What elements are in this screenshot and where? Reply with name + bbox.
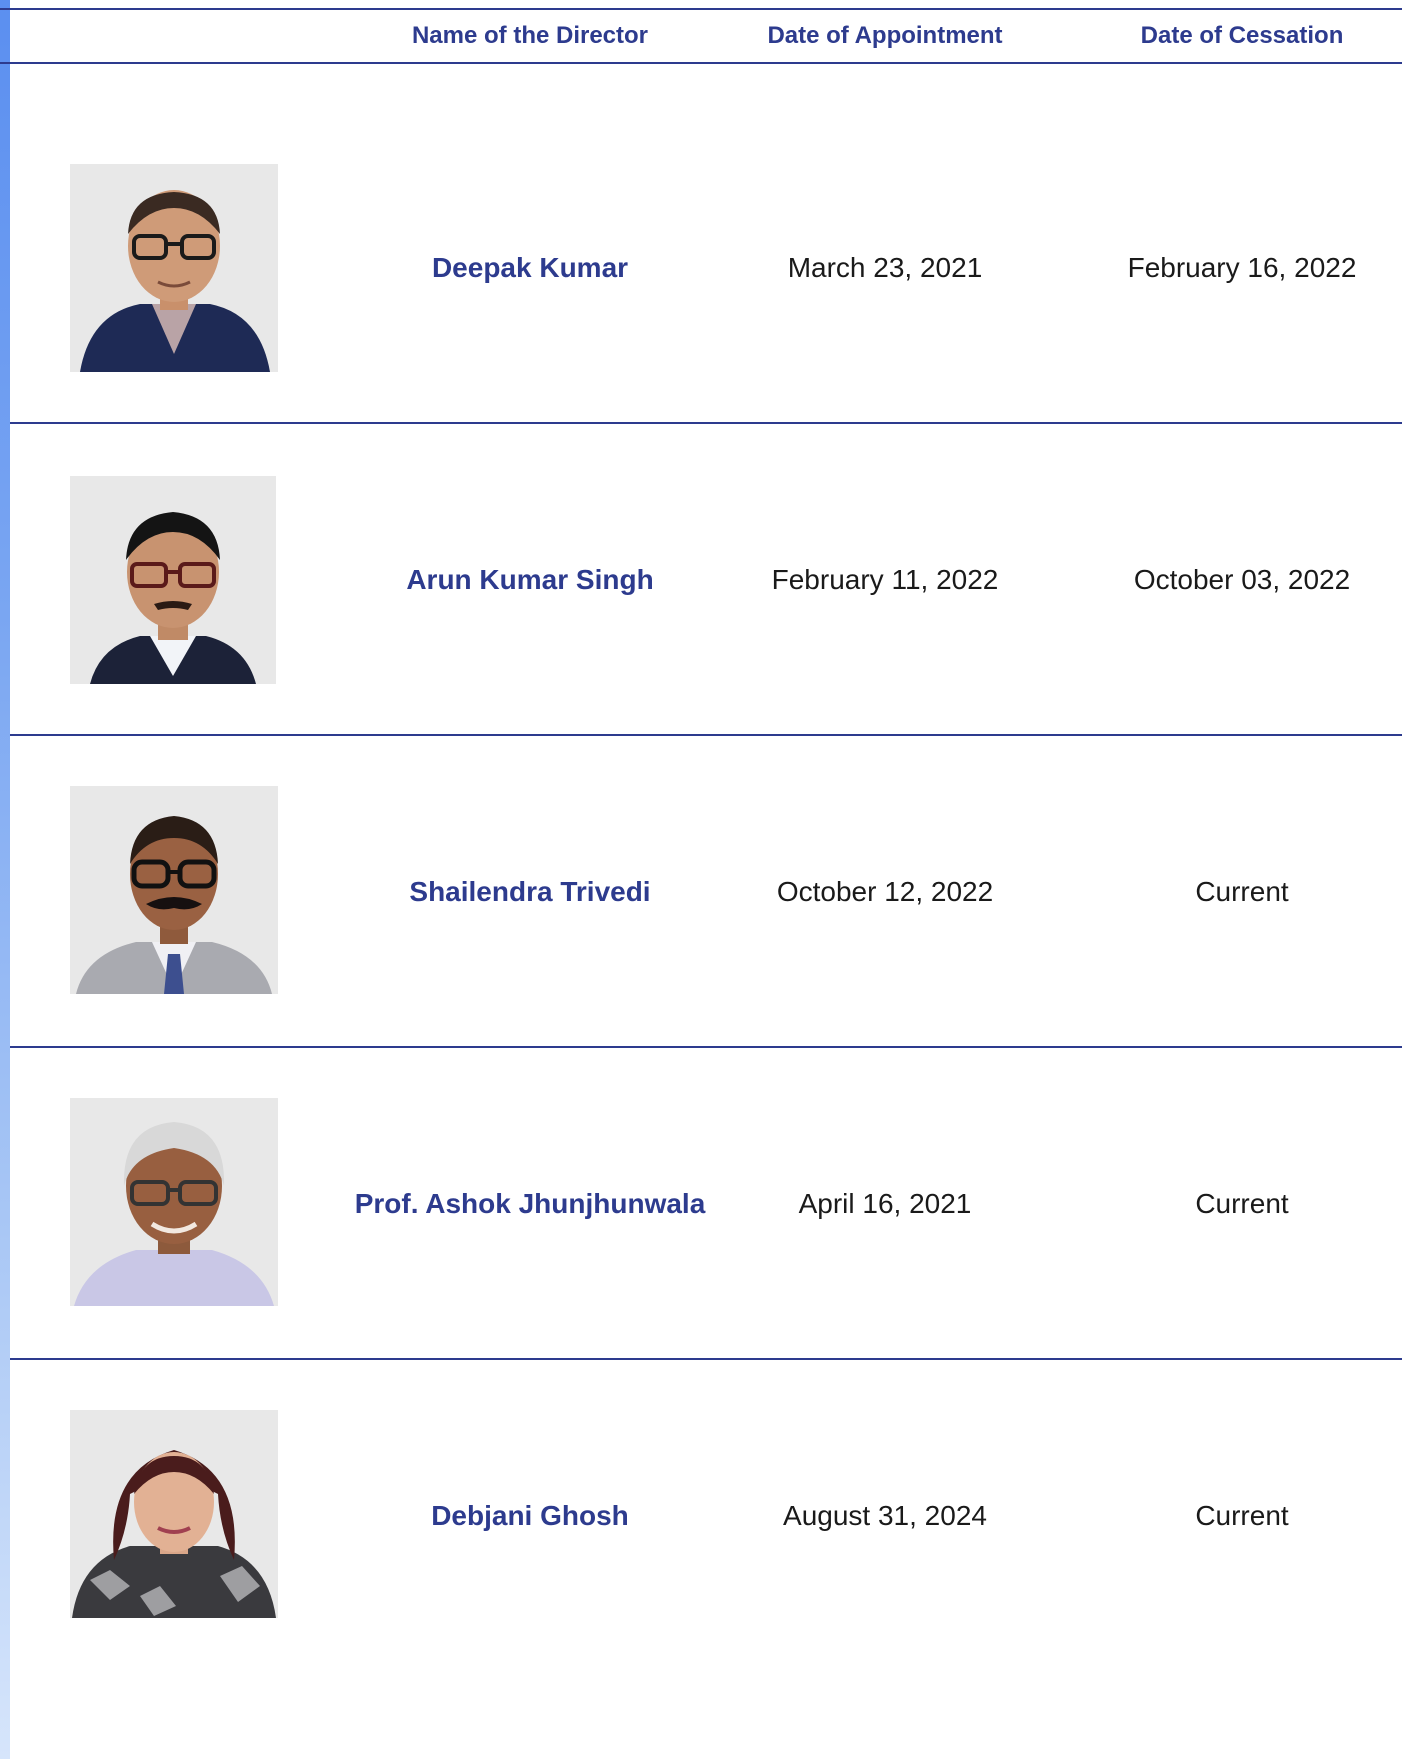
table-row: Debjani Ghosh August 31, 2024 Current bbox=[10, 1360, 1402, 1759]
cessation-date: Current bbox=[1195, 876, 1289, 907]
table-row: Arun Kumar Singh February 11, 2022 Octob… bbox=[10, 424, 1402, 736]
appointment-date: March 23, 2021 bbox=[787, 252, 983, 283]
director-name: Debjani Ghosh bbox=[431, 1500, 629, 1531]
director-name: Prof. Ashok Jhunjhunwala bbox=[354, 1188, 706, 1219]
cessation-date: Current bbox=[1195, 1500, 1289, 1531]
director-photo bbox=[70, 786, 278, 994]
director-name: Arun Kumar Singh bbox=[406, 564, 654, 595]
appointment-date: April 16, 2021 bbox=[798, 1188, 972, 1219]
director-name: Deepak Kumar bbox=[431, 252, 629, 283]
director-photo bbox=[70, 1410, 278, 1618]
director-photo bbox=[70, 164, 278, 372]
director-name: Shailendra Trivedi bbox=[409, 876, 651, 907]
left-accent-strip bbox=[0, 0, 10, 1759]
cessation-date: Current bbox=[1195, 1188, 1289, 1219]
header-date-of-appointment: Date of Appointment bbox=[767, 22, 1003, 49]
appointment-date: August 31, 2024 bbox=[783, 1500, 987, 1531]
appointment-date: October 12, 2022 bbox=[776, 876, 994, 907]
director-photo bbox=[70, 1098, 278, 1306]
table-row: Shailendra Trivedi October 12, 2022 Curr… bbox=[10, 736, 1402, 1048]
header-date-of-cessation: Date of Cessation bbox=[1140, 22, 1344, 49]
table-row: Prof. Ashok Jhunjhunwala April 16, 2021 … bbox=[10, 1048, 1402, 1360]
cessation-date: October 03, 2022 bbox=[1133, 564, 1351, 595]
header-name-of-director: Name of the Director bbox=[411, 22, 649, 49]
appointment-date: February 11, 2022 bbox=[771, 564, 999, 595]
table-header: Name of the Director Date of Appointment… bbox=[0, 8, 1402, 64]
table-row: Deepak Kumar March 23, 2021 February 16,… bbox=[10, 112, 1402, 424]
director-photo bbox=[70, 476, 276, 684]
cessation-date: February 16, 2022 bbox=[1127, 252, 1357, 283]
